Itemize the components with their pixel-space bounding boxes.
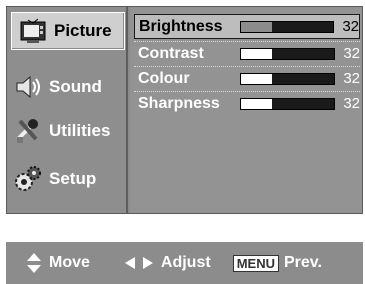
menu-item-label: Setup — [49, 169, 97, 188]
setting-label: Brightness — [139, 17, 223, 35]
sharpness-slider[interactable] — [240, 97, 336, 110]
setting-label: Colour — [138, 69, 190, 87]
tv-picture-icon — [18, 16, 48, 46]
setting-value: 32 — [342, 18, 359, 35]
menu-item-label: Utilities — [49, 121, 111, 140]
tools-icon — [13, 116, 43, 146]
menu-item-utilities[interactable]: Utilities — [7, 111, 126, 151]
setting-contrast[interactable]: Contrast 32 — [134, 41, 360, 65]
menu-item-sound[interactable]: Sound — [7, 67, 126, 107]
move-label: Move — [49, 254, 90, 271]
up-down-arrows-icon — [26, 252, 42, 274]
setting-label: Sharpness — [138, 94, 220, 112]
setting-label: Contrast — [138, 44, 204, 62]
menu-item-label: Picture — [54, 21, 112, 40]
setting-brightness[interactable]: Brightness 32 — [134, 14, 360, 39]
speaker-icon — [13, 72, 43, 102]
move-hint: Move — [26, 252, 90, 274]
menu-item-label: Sound — [49, 77, 102, 96]
prev-hint: MENU Prev. — [232, 254, 322, 272]
gears-icon — [13, 164, 43, 194]
osd-menu: Picture Sound Utilities Setup Brightness… — [6, 6, 363, 214]
left-right-arrows-icon — [124, 256, 154, 270]
colour-slider[interactable] — [240, 72, 336, 85]
menu-item-picture[interactable]: Picture — [11, 12, 125, 50]
brightness-slider[interactable] — [240, 20, 335, 33]
setting-colour[interactable]: Colour 32 — [134, 66, 360, 90]
hint-bar: Move Adjust MENU Prev. — [6, 242, 363, 284]
contrast-slider[interactable] — [240, 47, 336, 60]
setting-sharpness[interactable]: Sharpness 32 — [134, 91, 360, 115]
settings-panel: Brightness 32 Contrast 32 Colour 32 Shar… — [130, 7, 362, 213]
menu-key: MENU — [232, 254, 279, 272]
main-menu: Picture Sound Utilities Setup — [7, 7, 128, 213]
adjust-hint: Adjust — [124, 254, 211, 272]
setting-value: 32 — [343, 45, 360, 62]
adjust-label: Adjust — [160, 254, 211, 271]
setting-value: 32 — [343, 95, 360, 112]
menu-item-setup[interactable]: Setup — [7, 159, 126, 199]
setting-value: 32 — [343, 70, 360, 87]
prev-label: Prev. — [283, 254, 322, 271]
